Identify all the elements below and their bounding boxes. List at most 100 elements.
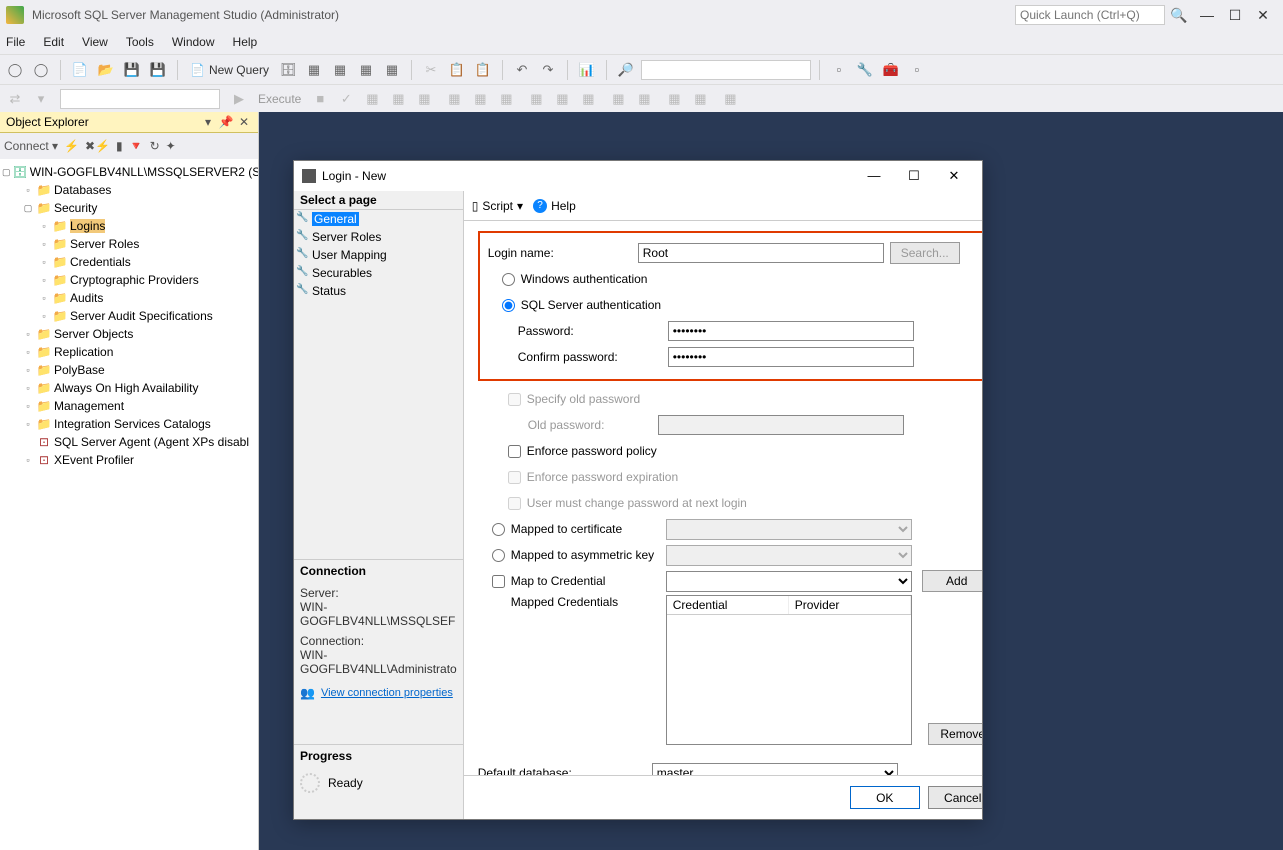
panel-dropdown-icon[interactable]: ▾ [200,115,216,129]
sql-auth-radio[interactable] [502,299,515,312]
menu-tools[interactable]: Tools [126,35,154,49]
tree-node[interactable]: ▫📁Server Objects [0,325,258,343]
map-credential-checkbox[interactable] [492,575,505,588]
minimize-button[interactable]: — [1193,7,1221,23]
panel-pin-icon[interactable]: 📌 [218,115,234,129]
menu-edit[interactable]: Edit [43,35,64,49]
expand-icon[interactable]: ▫ [22,347,34,357]
remove-button[interactable]: Remove [928,723,982,745]
quick-launch-input[interactable] [1015,5,1165,25]
search-button[interactable]: Search... [890,242,960,264]
tree-node[interactable]: ▫📁Management [0,397,258,415]
page-general[interactable]: General [294,210,463,228]
tree-node[interactable]: ▫📁Server Audit Specifications [0,307,258,325]
add-button[interactable]: Add [922,570,982,592]
menu-help[interactable]: Help [233,35,258,49]
expand-icon[interactable]: ▫ [22,419,34,429]
dialog-close-button[interactable]: ✕ [934,168,974,184]
stop-icon[interactable]: ✖⚡ [85,139,110,153]
search-icon[interactable]: 🔍 [1165,7,1193,24]
tree-node[interactable]: ▫📁Integration Services Catalogs [0,415,258,433]
expand-icon[interactable]: ▢ [2,167,11,178]
find-combo[interactable] [641,60,811,80]
expand-icon[interactable]: ▫ [22,365,34,375]
login-name-input[interactable] [638,243,884,263]
quick-launch[interactable] [1015,5,1165,25]
refresh-icon[interactable]: ↻ [150,139,160,153]
tree-node[interactable]: ▫📁Logins [0,217,258,235]
find-icon[interactable]: 🔎 [615,59,637,81]
new-project-icon[interactable]: 📄 [69,59,91,81]
cancel-button[interactable]: Cancel [928,786,982,809]
expand-icon[interactable]: ▫ [38,221,50,231]
xmla-icon[interactable]: ▦ [355,59,377,81]
nav-forward-icon[interactable]: ◯ [30,59,52,81]
db-engine-query-icon[interactable]: 🗄 [277,59,299,81]
default-database-combo[interactable]: master [652,763,898,776]
filter-icon[interactable]: ▮ [116,139,123,153]
tree-node[interactable]: ▫📁Databases [0,181,258,199]
expand-icon[interactable]: ▫ [22,185,34,195]
dialog-maximize-button[interactable]: ☐ [894,168,934,184]
password-input[interactable] [668,321,914,341]
connect-dropdown[interactable]: Connect ▾ [4,139,58,153]
tree-node[interactable]: ▫📁Always On High Availability [0,379,258,397]
expand-icon[interactable]: ▫ [38,311,50,321]
help-button[interactable]: ?Help [533,199,576,213]
credential-combo[interactable] [666,571,912,592]
dax-icon[interactable]: ▦ [381,59,403,81]
menu-file[interactable]: File [6,35,25,49]
mapped-certificate-radio[interactable] [492,523,505,536]
expand-icon[interactable]: ▫ [22,455,34,465]
expand-icon[interactable]: ▫ [38,275,50,285]
panel-close-icon[interactable]: ✕ [236,115,252,129]
nav-back-icon[interactable]: ◯ [4,59,26,81]
mapped-asymmetric-radio[interactable] [492,549,505,562]
undo-icon[interactable]: ↶ [511,59,533,81]
confirm-password-input[interactable] [668,347,914,367]
filter2-icon[interactable]: 🔻 [129,139,144,153]
view-connection-properties-link[interactable]: View connection properties [321,687,453,699]
save-icon[interactable]: 💾 [121,59,143,81]
expand-icon[interactable]: ▫ [38,239,50,249]
script-button[interactable]: ▯Script▾ [472,199,523,213]
tree-node[interactable]: ▫📁Credentials [0,253,258,271]
mapped-credentials-table[interactable]: Credential Provider [666,595,912,745]
activity-monitor-icon[interactable]: 📊 [576,59,598,81]
page-server-roles[interactable]: Server Roles [294,228,463,246]
page-user-mapping[interactable]: User Mapping [294,246,463,264]
enforce-policy-checkbox[interactable] [508,445,521,458]
expand-icon[interactable]: ▫ [38,257,50,267]
redo-icon[interactable]: ↷ [537,59,559,81]
disconnect-icon[interactable]: ⚡ [64,139,79,153]
page-status[interactable]: Status [294,282,463,300]
maximize-button[interactable]: ☐ [1221,7,1249,24]
menu-view[interactable]: View [82,35,108,49]
expand-icon[interactable]: ▢ [22,203,34,214]
properties-icon[interactable]: 🔧 [854,59,876,81]
expand-icon[interactable]: ▫ [22,329,34,339]
tree-node[interactable]: ▫📁Cryptographic Providers [0,271,258,289]
tree-node[interactable]: ▫📁Server Roles [0,235,258,253]
activity-icon[interactable]: ✦ [166,139,176,153]
database-combo[interactable] [60,89,220,109]
ok-button[interactable]: OK [850,786,920,809]
page-securables[interactable]: Securables [294,264,463,282]
save-all-icon[interactable]: 💾 [147,59,169,81]
tree-node[interactable]: ⊡SQL Server Agent (Agent XPs disabl [0,433,258,451]
tree-node[interactable]: ▫⊡XEvent Profiler [0,451,258,469]
new-query-button[interactable]: 📄New Query [186,59,273,81]
toolbox-icon[interactable]: 🧰 [880,59,902,81]
expand-icon[interactable]: ▫ [22,383,34,393]
windows-auth-radio[interactable] [502,273,515,286]
tree-node[interactable]: ▫📁Replication [0,343,258,361]
mdx-icon[interactable]: ▦ [303,59,325,81]
object-explorer-tree[interactable]: ▢ 🗄 WIN-GOGFLBV4NLL\MSSQLSERVER2 (S ▫📁Da… [0,159,258,850]
tree-node[interactable]: ▫📁PolyBase [0,361,258,379]
template-icon[interactable]: ▫ [906,59,928,81]
dmx-icon[interactable]: ▦ [329,59,351,81]
menu-window[interactable]: Window [172,35,215,49]
registered-servers-icon[interactable]: ▫ [828,59,850,81]
expand-icon[interactable]: ▫ [38,293,50,303]
expand-icon[interactable]: ▫ [22,401,34,411]
